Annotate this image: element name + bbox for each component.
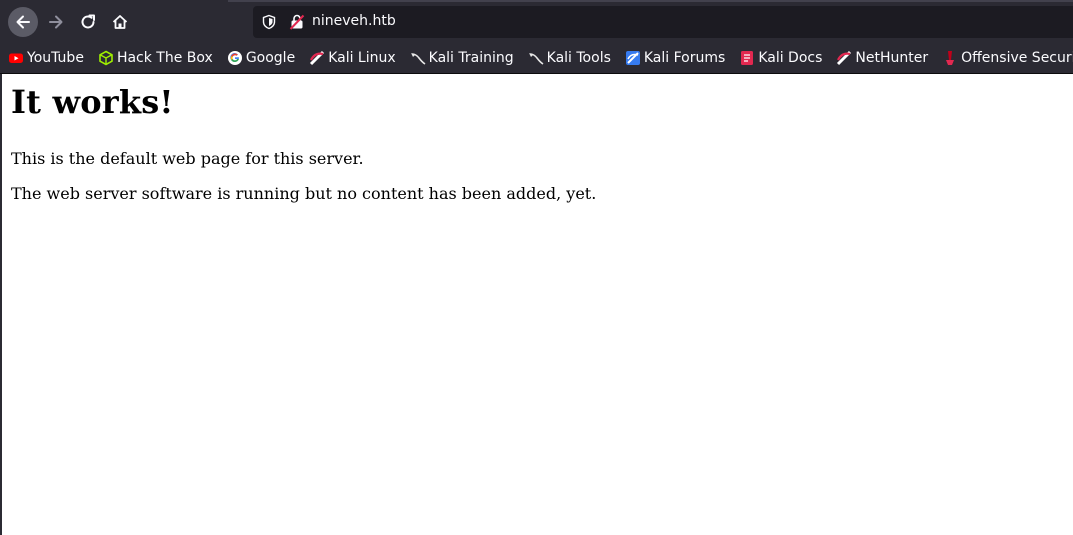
url-text[interactable]: nineveh.htb (312, 13, 396, 29)
bookmark-kali-docs[interactable]: Kali Docs (731, 46, 828, 70)
browser-chrome: nineveh.htb YouTube Hack The Box Google (0, 0, 1073, 74)
kali-dragon-icon (410, 50, 426, 66)
bookmark-label: Kali Forums (643, 50, 726, 66)
offsec-icon (942, 50, 958, 66)
bookmark-youtube[interactable]: YouTube (0, 46, 90, 70)
bookmark-kali-tools[interactable]: Kali Tools (520, 46, 617, 70)
window-edge (0, 74, 2, 535)
bookmark-offensive-security[interactable]: Offensive Security (934, 46, 1073, 70)
bookmark-kali-linux[interactable]: Kali Linux (301, 46, 401, 70)
kali-dragon-icon (528, 50, 544, 66)
bookmark-label: Kali Tools (546, 50, 611, 66)
bookmark-label: Kali Docs (758, 50, 823, 66)
bookmark-kali-forums[interactable]: Kali Forums (617, 46, 731, 70)
back-button[interactable] (8, 7, 38, 37)
bookmark-label: YouTube (27, 50, 84, 66)
bookmark-label: Google (245, 50, 296, 66)
navigation-toolbar: nineveh.htb (0, 2, 1073, 42)
arrow-left-icon (16, 15, 30, 29)
bookmark-label: NetHunter (855, 50, 929, 66)
bookmark-google[interactable]: Google (219, 46, 301, 70)
bookmark-hack-the-box[interactable]: Hack The Box (90, 46, 219, 70)
page-content: It works! This is the default web page f… (11, 74, 1061, 204)
arrow-right-icon (49, 15, 63, 29)
hackthebox-icon (98, 50, 114, 66)
kali-docs-icon (739, 50, 755, 66)
home-button[interactable] (105, 7, 135, 37)
kali-icon (836, 50, 852, 66)
bookmarks-toolbar: YouTube Hack The Box Google Kali Linux K… (0, 44, 1073, 72)
reload-button[interactable] (73, 7, 103, 37)
bookmark-label: Offensive Security (961, 50, 1073, 66)
bookmark-label: Hack The Box (116, 50, 213, 66)
insecure-connection-icon[interactable] (289, 14, 305, 34)
bookmark-label: Kali Training (428, 50, 514, 66)
url-bar[interactable]: nineveh.htb (253, 6, 1073, 38)
home-icon (112, 15, 128, 29)
no-content-text: The web server software is running but n… (11, 184, 597, 203)
tracking-protection-shield-icon[interactable] (261, 14, 277, 34)
bookmark-kali-training[interactable]: Kali Training (402, 46, 520, 70)
forward-button[interactable] (41, 7, 71, 37)
reload-icon (81, 14, 95, 29)
page-heading: It works! (11, 83, 174, 121)
google-icon (227, 50, 243, 66)
bookmark-label: Kali Linux (328, 50, 396, 66)
kali-icon (309, 50, 325, 66)
kali-forums-icon (625, 50, 641, 66)
default-page-text: This is the default web page for this se… (11, 149, 364, 168)
bookmark-nethunter[interactable]: NetHunter (828, 46, 934, 70)
youtube-icon (8, 50, 24, 66)
